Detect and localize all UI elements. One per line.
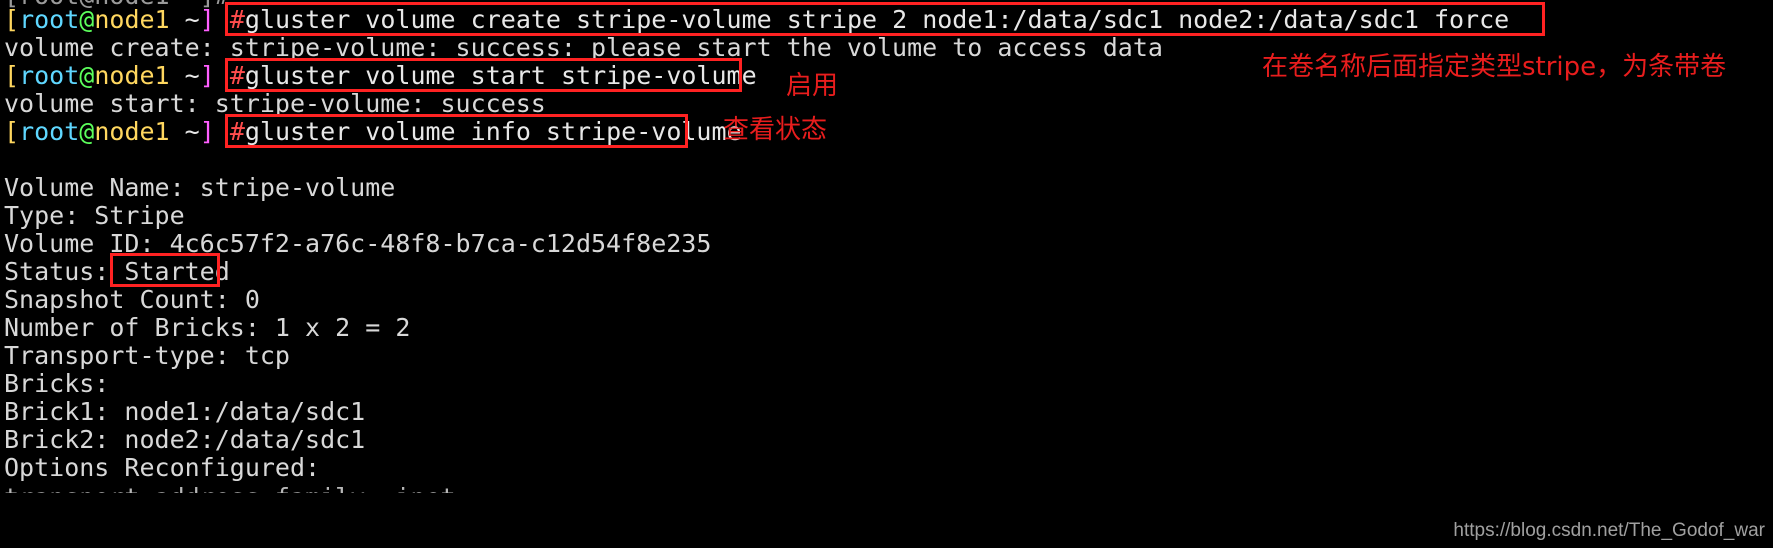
output-brick1: Brick1: node1:/data/sdc1	[4, 397, 366, 426]
prompt-right-bracket: ]	[199, 117, 215, 146]
annotation-enable: 启用	[786, 71, 839, 101]
watermark: https://blog.csdn.net/The_Godof_war	[1453, 520, 1765, 541]
command-line-info: [root@node1 ~] #gluster volume info stri…	[4, 118, 742, 146]
output-bricks-header: Bricks:	[4, 369, 110, 398]
prompt-user: root	[19, 5, 80, 34]
prompt-host: node1	[94, 61, 170, 90]
output-volume-type: Type: Stripe	[4, 201, 185, 230]
prompt-hash: #	[214, 61, 245, 90]
command-line-start: [root@node1 ~] #gluster volume start str…	[4, 62, 757, 90]
command-text-info: gluster volume info stripe-volume	[244, 117, 742, 146]
prompt-at-sign: @	[79, 117, 95, 146]
prompt-path: ~	[169, 61, 200, 90]
command-text-create: gluster volume create stripe-volume stri…	[244, 5, 1510, 34]
output-options-header: Options Reconfigured:	[4, 453, 321, 482]
output-volume-name: Volume Name: stripe-volume	[4, 173, 396, 202]
prompt-host: node1	[94, 5, 170, 34]
output-transport-type: Transport-type: tcp	[4, 341, 290, 370]
output-brick2: Brick2: node2:/data/sdc1	[4, 425, 366, 454]
clipped-bottom-line: transport.address-family: inet	[4, 483, 456, 512]
prompt-path: ~	[169, 5, 200, 34]
command-text-start: gluster volume start stripe-volume	[244, 61, 757, 90]
output-create-result: volume create: stripe-volume: success: p…	[4, 33, 1163, 62]
status-value: Started	[124, 257, 230, 286]
prompt-host: node1	[94, 117, 170, 146]
prompt-hash: #	[214, 5, 245, 34]
prompt-right-bracket: ]	[199, 5, 215, 34]
command-line-create: [root@node1 ~] #gluster volume create st…	[4, 6, 1509, 34]
annotation-view-status: 查看状态	[723, 115, 828, 145]
output-volume-id: Volume ID: 4c6c57f2-a76c-48f8-b7ca-c12d5…	[4, 229, 712, 258]
output-volume-status: Status: Started	[4, 258, 230, 286]
annotation-stripe-type: 在卷名称后面指定类型stripe，为条带卷	[1262, 52, 1727, 82]
prompt-path: ~	[169, 117, 200, 146]
output-start-result: volume start: stripe-volume: success	[4, 89, 546, 118]
output-number-of-bricks: Number of Bricks: 1 x 2 = 2	[4, 313, 411, 342]
prompt-user: root	[19, 117, 80, 146]
prompt-at-sign: @	[79, 61, 95, 90]
prompt-hash: #	[214, 117, 245, 146]
prompt-user: root	[19, 61, 80, 90]
prompt-left-bracket: [	[4, 117, 20, 146]
status-label: Status:	[4, 257, 125, 286]
prompt-right-bracket: ]	[199, 61, 215, 90]
prompt-left-bracket: [	[4, 61, 20, 90]
output-snapshot-count: Snapshot Count: 0	[4, 285, 260, 314]
prompt-at-sign: @	[79, 5, 95, 34]
terminal-window: [root@node1 ~]# [root@node1 ~] #gluster …	[0, 0, 1773, 548]
prompt-left-bracket: [	[4, 5, 20, 34]
